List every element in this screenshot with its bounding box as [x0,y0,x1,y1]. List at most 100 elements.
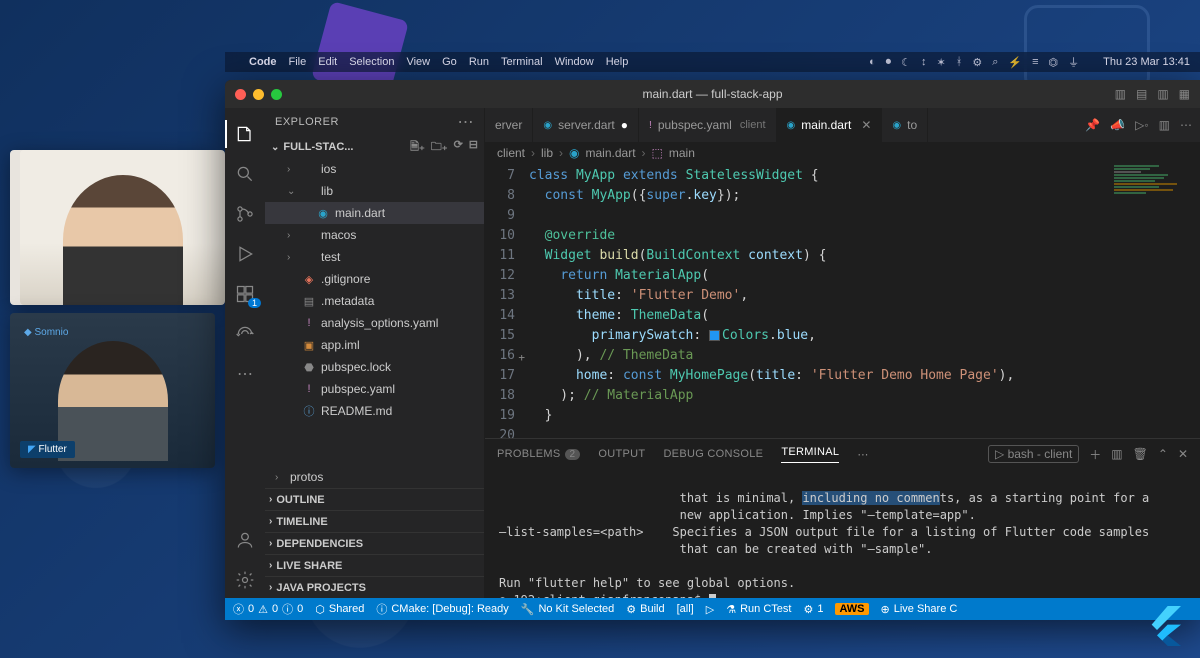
menubar-help[interactable]: Help [606,56,629,68]
activity-search-icon[interactable] [225,156,265,192]
status-cmake[interactable]: ⓘ CMake: [Debug]: Ready [376,601,508,617]
sidebar-section[interactable]: › LIVE SHARE [265,554,484,576]
file-tree-item[interactable]: ⓘREADME.md [265,400,484,422]
menubar-status-icon[interactable]: ⚡ [1008,56,1022,69]
sidebar-section[interactable]: › JAVA PROJECTS [265,576,484,598]
refresh-icon[interactable]: ⟳ [454,138,463,157]
editor-tab[interactable]: ◉to [882,108,928,142]
file-tree-item[interactable]: ›macos [265,224,484,246]
menubar-view[interactable]: View [406,56,430,68]
status-debug[interactable]: ▷ [706,603,714,616]
layout-left-icon[interactable]: ▥ [1115,87,1126,101]
file-tree-item[interactable]: ⬣pubspec.lock [265,356,484,378]
status-target[interactable]: [all] [677,603,694,615]
menubar-status-icon[interactable]: ↕ [921,56,927,68]
file-tree-item[interactable]: ◉main.dart [265,202,484,224]
file-tree-item[interactable]: !analysis_options.yaml [265,312,484,334]
menubar-code[interactable]: Code [249,56,277,68]
sidebar-section[interactable]: › OUTLINE [265,488,484,510]
explorer-more-icon[interactable]: ⋯ [458,112,475,132]
status-tests[interactable]: ⚙ 1 [803,603,823,616]
panel-maximize-icon[interactable]: ⌃ [1158,447,1168,461]
menubar-window[interactable]: Window [555,56,594,68]
status-shared[interactable]: ⬡ Shared [315,603,364,616]
minimap[interactable] [1110,164,1200,438]
file-tree[interactable]: ›ios⌄lib◉main.dart›macos›test◈.gitignore… [265,158,484,466]
menubar-go[interactable]: Go [442,56,457,68]
menubar-edit[interactable]: Edit [318,56,337,68]
status-kit[interactable]: 🔧 No Kit Selected [521,603,615,616]
activity-remote-icon[interactable] [225,316,265,352]
sidebar-section[interactable]: › TIMELINE [265,510,484,532]
panel-tab-terminal[interactable]: TERMINAL [781,446,839,463]
editor-tab[interactable]: ◉main.dart✕ [777,108,883,142]
zoom-window-icon[interactable] [271,89,282,100]
activity-overflow-icon[interactable]: ⋯ [225,356,265,392]
menubar-status-icon[interactable]: ⚙ [972,56,982,69]
menubar-status-icon[interactable]: ≡ [1032,56,1038,68]
pin-tab-icon[interactable]: 📌 [1085,118,1100,132]
terminal-select[interactable]: ▷ bash - client [988,445,1079,463]
collapse-all-icon[interactable]: ⊟ [469,138,478,157]
status-aws[interactable]: AWS [835,603,868,615]
editor-tab[interactable]: erver [485,108,533,142]
broadcast-icon[interactable]: 📣 [1110,118,1125,132]
file-tree-item[interactable]: ▣app.iml [265,334,484,356]
menubar-status-icon[interactable]: ⏣ [1049,56,1059,69]
close-window-icon[interactable] [235,89,246,100]
file-tree-item[interactable]: ›protos [265,466,484,488]
minimize-window-icon[interactable] [253,89,264,100]
file-tree-item[interactable]: !pubspec.yaml [265,378,484,400]
new-folder-icon[interactable]: 🗀₊ [431,138,448,157]
status-build[interactable]: ⚙ Build [626,603,664,616]
menubar-items[interactable]: Code File Edit Selection View Go Run Terminal Wi… [249,56,628,68]
status-liveshare[interactable]: ⊕ Live Share C [881,603,958,616]
status-errors[interactable]: ⓧ 0 ⚠ 0 ⓘ 0 [233,601,303,617]
menubar-run[interactable]: Run [469,56,489,68]
code-editor[interactable]: 78910111213141516+17181920 class MyApp e… [485,164,1200,438]
terminal[interactable]: that is minimal, including no comments, … [485,469,1200,598]
menubar-selection[interactable]: Selection [349,56,394,68]
sidebar-section[interactable]: › DEPENDENCIES [265,532,484,554]
tabs-more-icon[interactable]: ⋯ [1180,118,1192,132]
split-terminal-icon[interactable]: ▥ [1111,447,1122,461]
activity-extensions-icon[interactable]: 1 [225,276,265,312]
breadcrumb[interactable]: client› lib› ◉main.dart› ⬚main [485,142,1200,164]
file-tree-item[interactable]: ⌄lib [265,180,484,202]
activity-source-control-icon[interactable] [225,196,265,232]
status-ctest[interactable]: ⚗ Run CTest [726,603,791,616]
file-tree-item[interactable]: ›test [265,246,484,268]
panel-tab-output[interactable]: OUTPUT [598,448,645,460]
menubar-terminal[interactable]: Terminal [501,56,543,68]
menubar-status-icon[interactable]: ⌕ [992,56,998,69]
file-tree-item[interactable]: ›ios [265,158,484,180]
run-icon[interactable]: ▷◦ [1135,118,1148,132]
kill-terminal-icon[interactable]: 🗑 [1133,447,1148,461]
menubar-status-icon[interactable]: ☾ [901,56,911,69]
menubar-status-icon[interactable]: ⏺ [886,56,892,69]
split-editor-icon[interactable]: ▥ [1159,118,1170,132]
editor-tab[interactable]: !pubspec.yamlclient [639,108,777,142]
menubar-status-icon[interactable]: ⏚ [1068,54,1079,70]
layout-right-icon[interactable]: ▥ [1157,87,1168,101]
panel-close-icon[interactable]: ✕ [1178,447,1188,461]
new-terminal-icon[interactable]: ＋ [1089,446,1101,463]
menubar-file[interactable]: File [289,56,307,68]
activity-settings-icon[interactable] [225,562,265,598]
activity-account-icon[interactable] [225,522,265,558]
panel-tab-debug-console[interactable]: DEBUG CONSOLE [663,448,763,460]
panel-tab-problems[interactable]: PROBLEMS2 [497,448,580,460]
activity-explorer-icon[interactable] [225,116,265,152]
layout-bottom-icon[interactable]: ▤ [1136,87,1147,101]
layout-grid-icon[interactable]: ▦ [1179,87,1190,101]
project-header[interactable]: ⌄ FULL-STAC... 🗎₊ 🗀₊ ⟳ ⊟ [265,136,484,158]
file-tree-item[interactable]: ▤.metadata [265,290,484,312]
window-controls[interactable] [235,89,282,100]
new-file-icon[interactable]: 🗎₊ [410,138,425,157]
activity-run-debug-icon[interactable] [225,236,265,272]
menubar-status-icon[interactable]: ◐ [869,56,876,68]
editor-tab[interactable]: ◉server.dart● [533,108,639,142]
menubar-status-icon[interactable]: ᚼ [956,56,963,68]
menubar-status-icon[interactable]: ✶ [937,56,946,69]
file-tree-item[interactable]: ◈.gitignore [265,268,484,290]
